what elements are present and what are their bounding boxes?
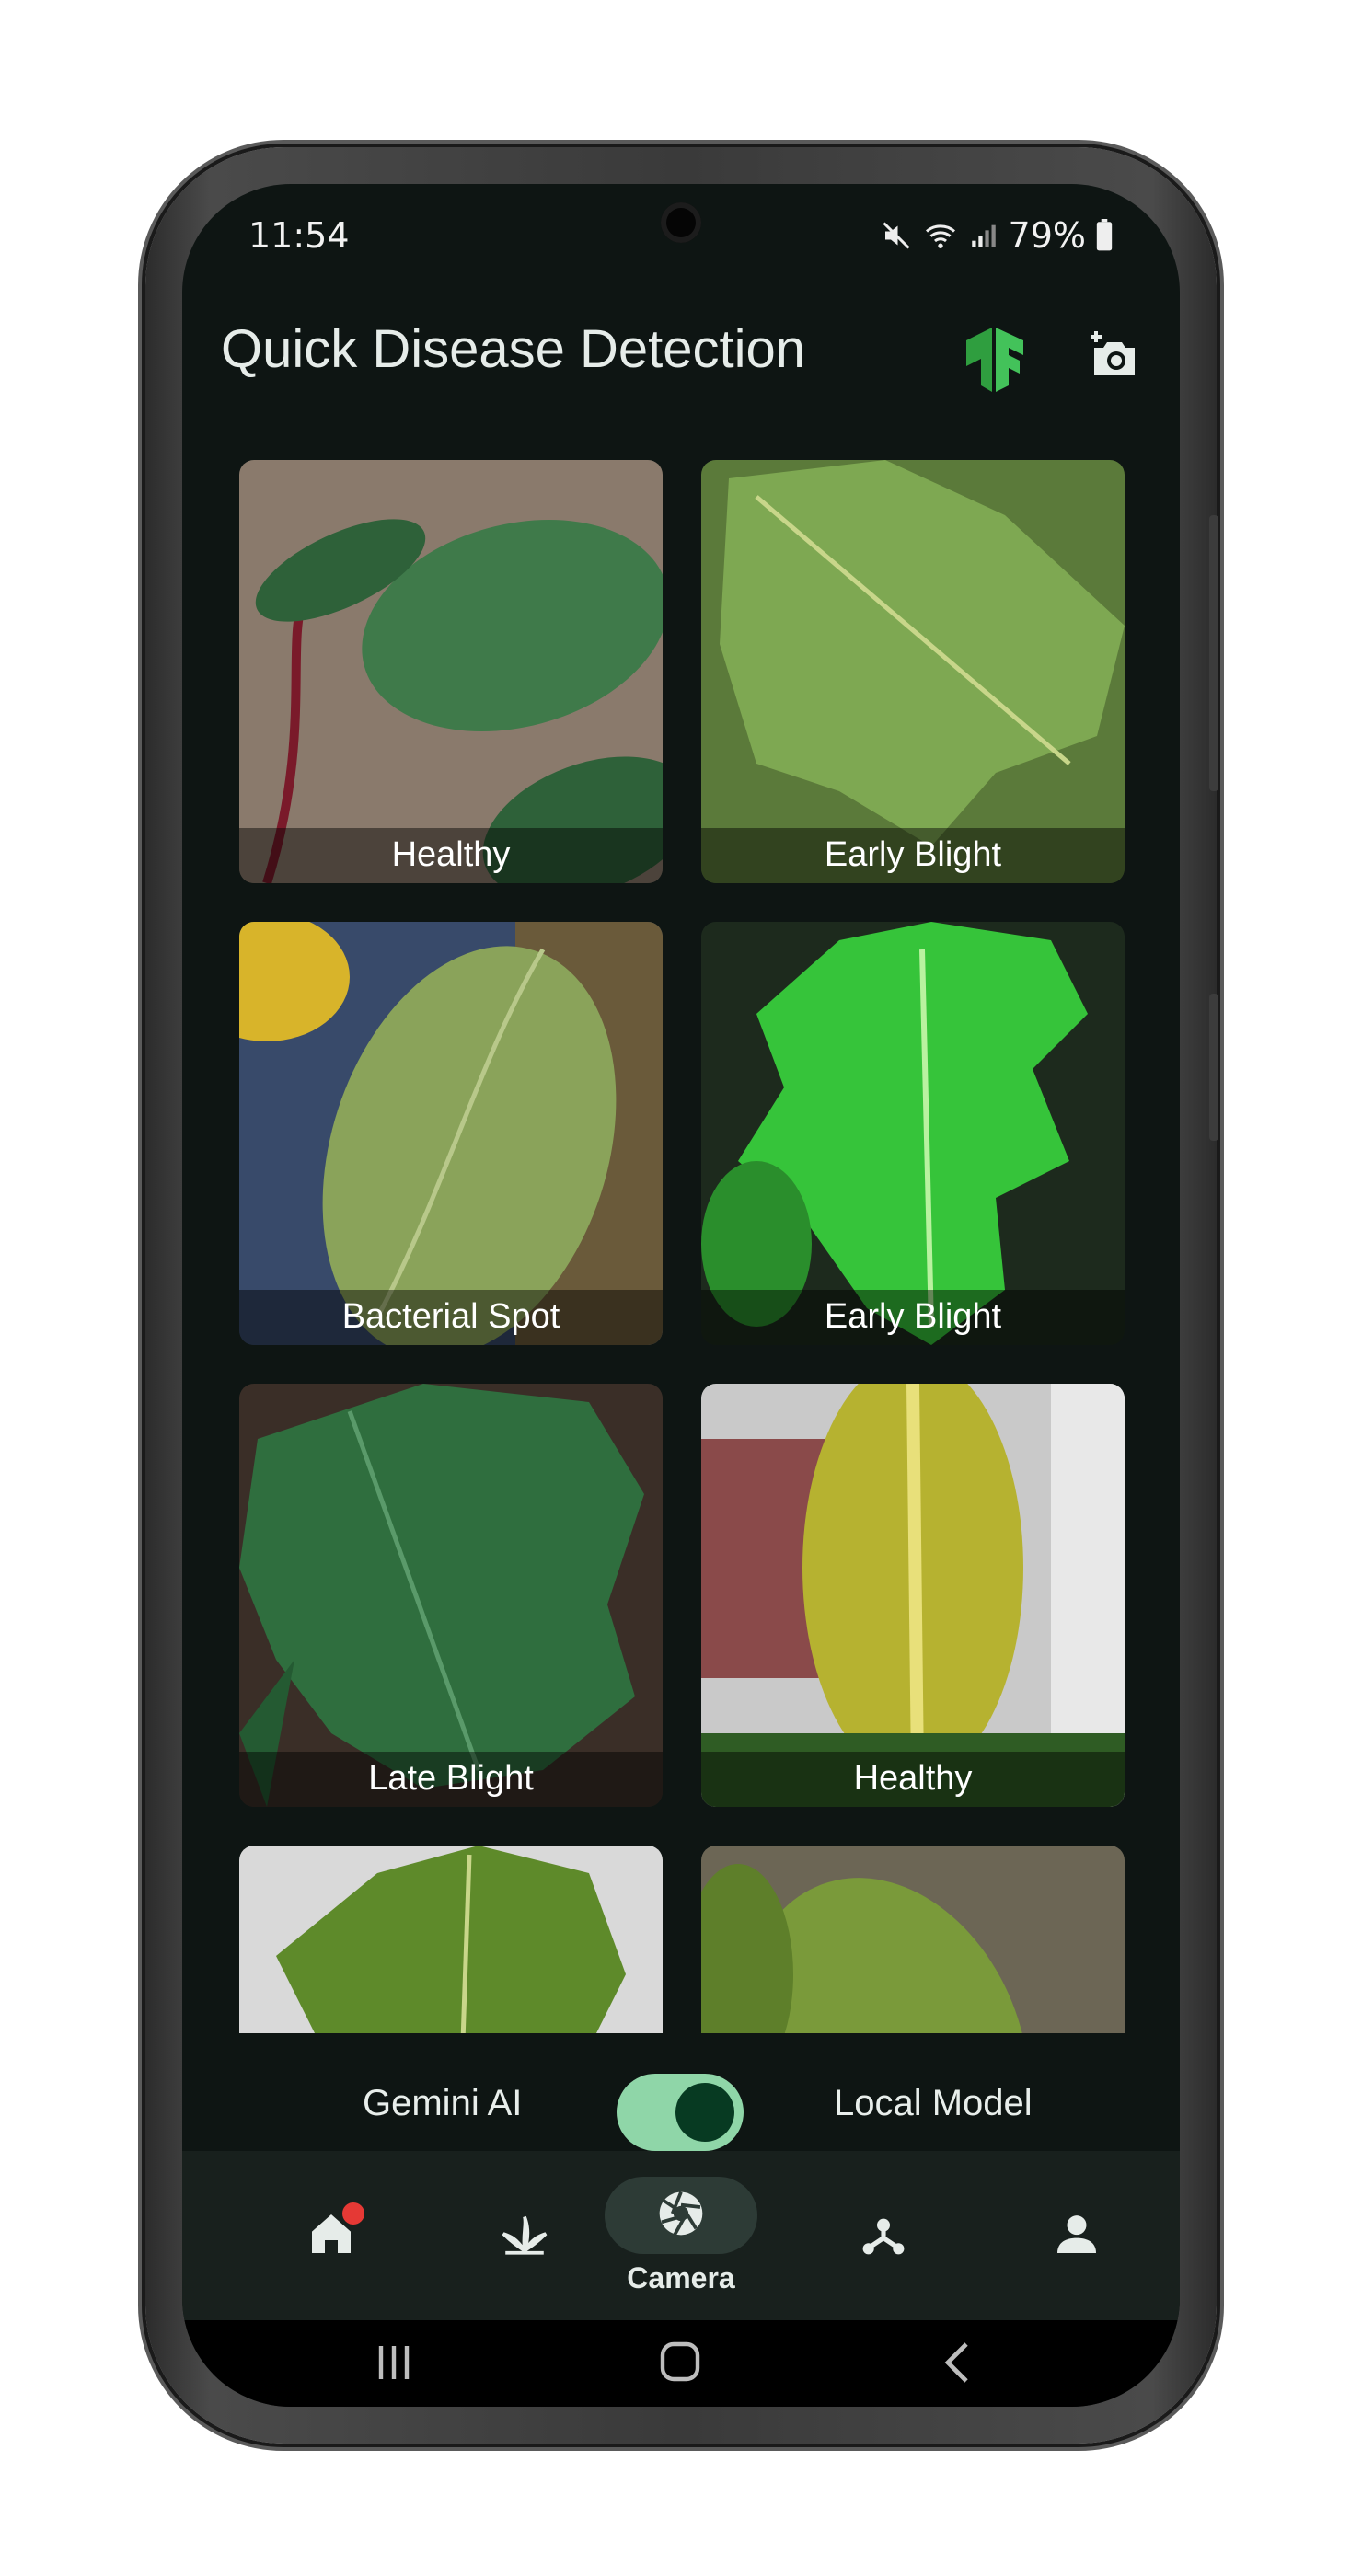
volume-button [1209,515,1218,791]
battery-percent: 79% [1008,215,1086,256]
plant-icon [497,2208,552,2263]
diagnosis-label: Early Blight [701,828,1125,883]
mute-icon [880,219,913,252]
nav-network[interactable] [791,2151,975,2320]
battery-icon [1095,219,1114,252]
gallery-tile[interactable]: Healthy [239,460,663,883]
local-model-label[interactable]: Local Model [834,2083,1033,2124]
add-photo-icon[interactable] [1089,329,1144,388]
page-title: Quick Disease Detection [221,319,806,379]
diagnosis-label: Bacterial Spot [239,1290,663,1345]
gallery-tile[interactable] [239,1846,663,2033]
leaf-image [701,1846,1125,2033]
system-navigation-bar [182,2320,1180,2407]
diagnosis-label: Healthy [701,1752,1125,1807]
home-icon [306,2202,364,2263]
tensorflow-logo[interactable] [964,328,1025,396]
app-bar: Quick Disease Detection [182,294,1180,405]
person-icon [1051,2208,1102,2263]
signal-icon [968,219,999,252]
back-icon[interactable] [939,2340,975,2388]
leaf-image [239,1384,663,1807]
diagnosis-label: Healthy [239,828,663,883]
bottom-navigation: Camera [182,2151,1180,2320]
camera-shutter-icon [655,2188,707,2243]
nav-home[interactable] [239,2151,423,2320]
status-icons: 79% [880,215,1114,256]
diagnosis-label: Early Blight [701,1290,1125,1345]
gallery-tile[interactable] [701,1846,1125,2033]
leaf-image [239,922,663,1345]
recents-icon[interactable] [372,2342,418,2386]
wifi-icon [922,219,959,252]
switch-knob [675,2083,734,2142]
image-gallery: Healthy Early Blight Bacterial Spot Earl… [239,460,1125,2033]
nav-camera-label: Camera [627,2260,735,2294]
leaf-image [239,1846,663,2033]
leaf-image [701,460,1125,883]
leaf-image [701,1384,1125,1807]
nav-camera[interactable]: Camera [589,2151,773,2320]
gallery-tile[interactable]: Late Blight [239,1384,663,1807]
screen: 11:54 79% Quick Disease Detection Health… [182,184,1180,2407]
gallery-tile[interactable]: Healthy [701,1384,1125,1807]
gallery-tile[interactable]: Early Blight [701,460,1125,883]
gallery-tile[interactable]: Bacterial Spot [239,922,663,1345]
leaf-image [701,922,1125,1345]
model-toggle-row: Gemini AI Local Model [182,2066,1180,2151]
phone-frame: 11:54 79% Quick Disease Detection Health… [145,147,1218,2444]
gallery-tile[interactable]: Early Blight [701,922,1125,1345]
hub-icon [858,2208,909,2263]
notification-badge [342,2202,364,2225]
power-button [1209,994,1218,1141]
status-bar: 11:54 79% [248,215,1114,259]
status-time: 11:54 [248,215,350,256]
gemini-ai-label[interactable]: Gemini AI [363,2083,522,2124]
home-button-icon[interactable] [657,2340,703,2388]
leaf-image [239,460,663,883]
model-switch[interactable] [617,2074,744,2151]
diagnosis-label: Late Blight [239,1752,663,1807]
camera-pill [605,2176,757,2254]
nav-profile[interactable] [985,2151,1169,2320]
